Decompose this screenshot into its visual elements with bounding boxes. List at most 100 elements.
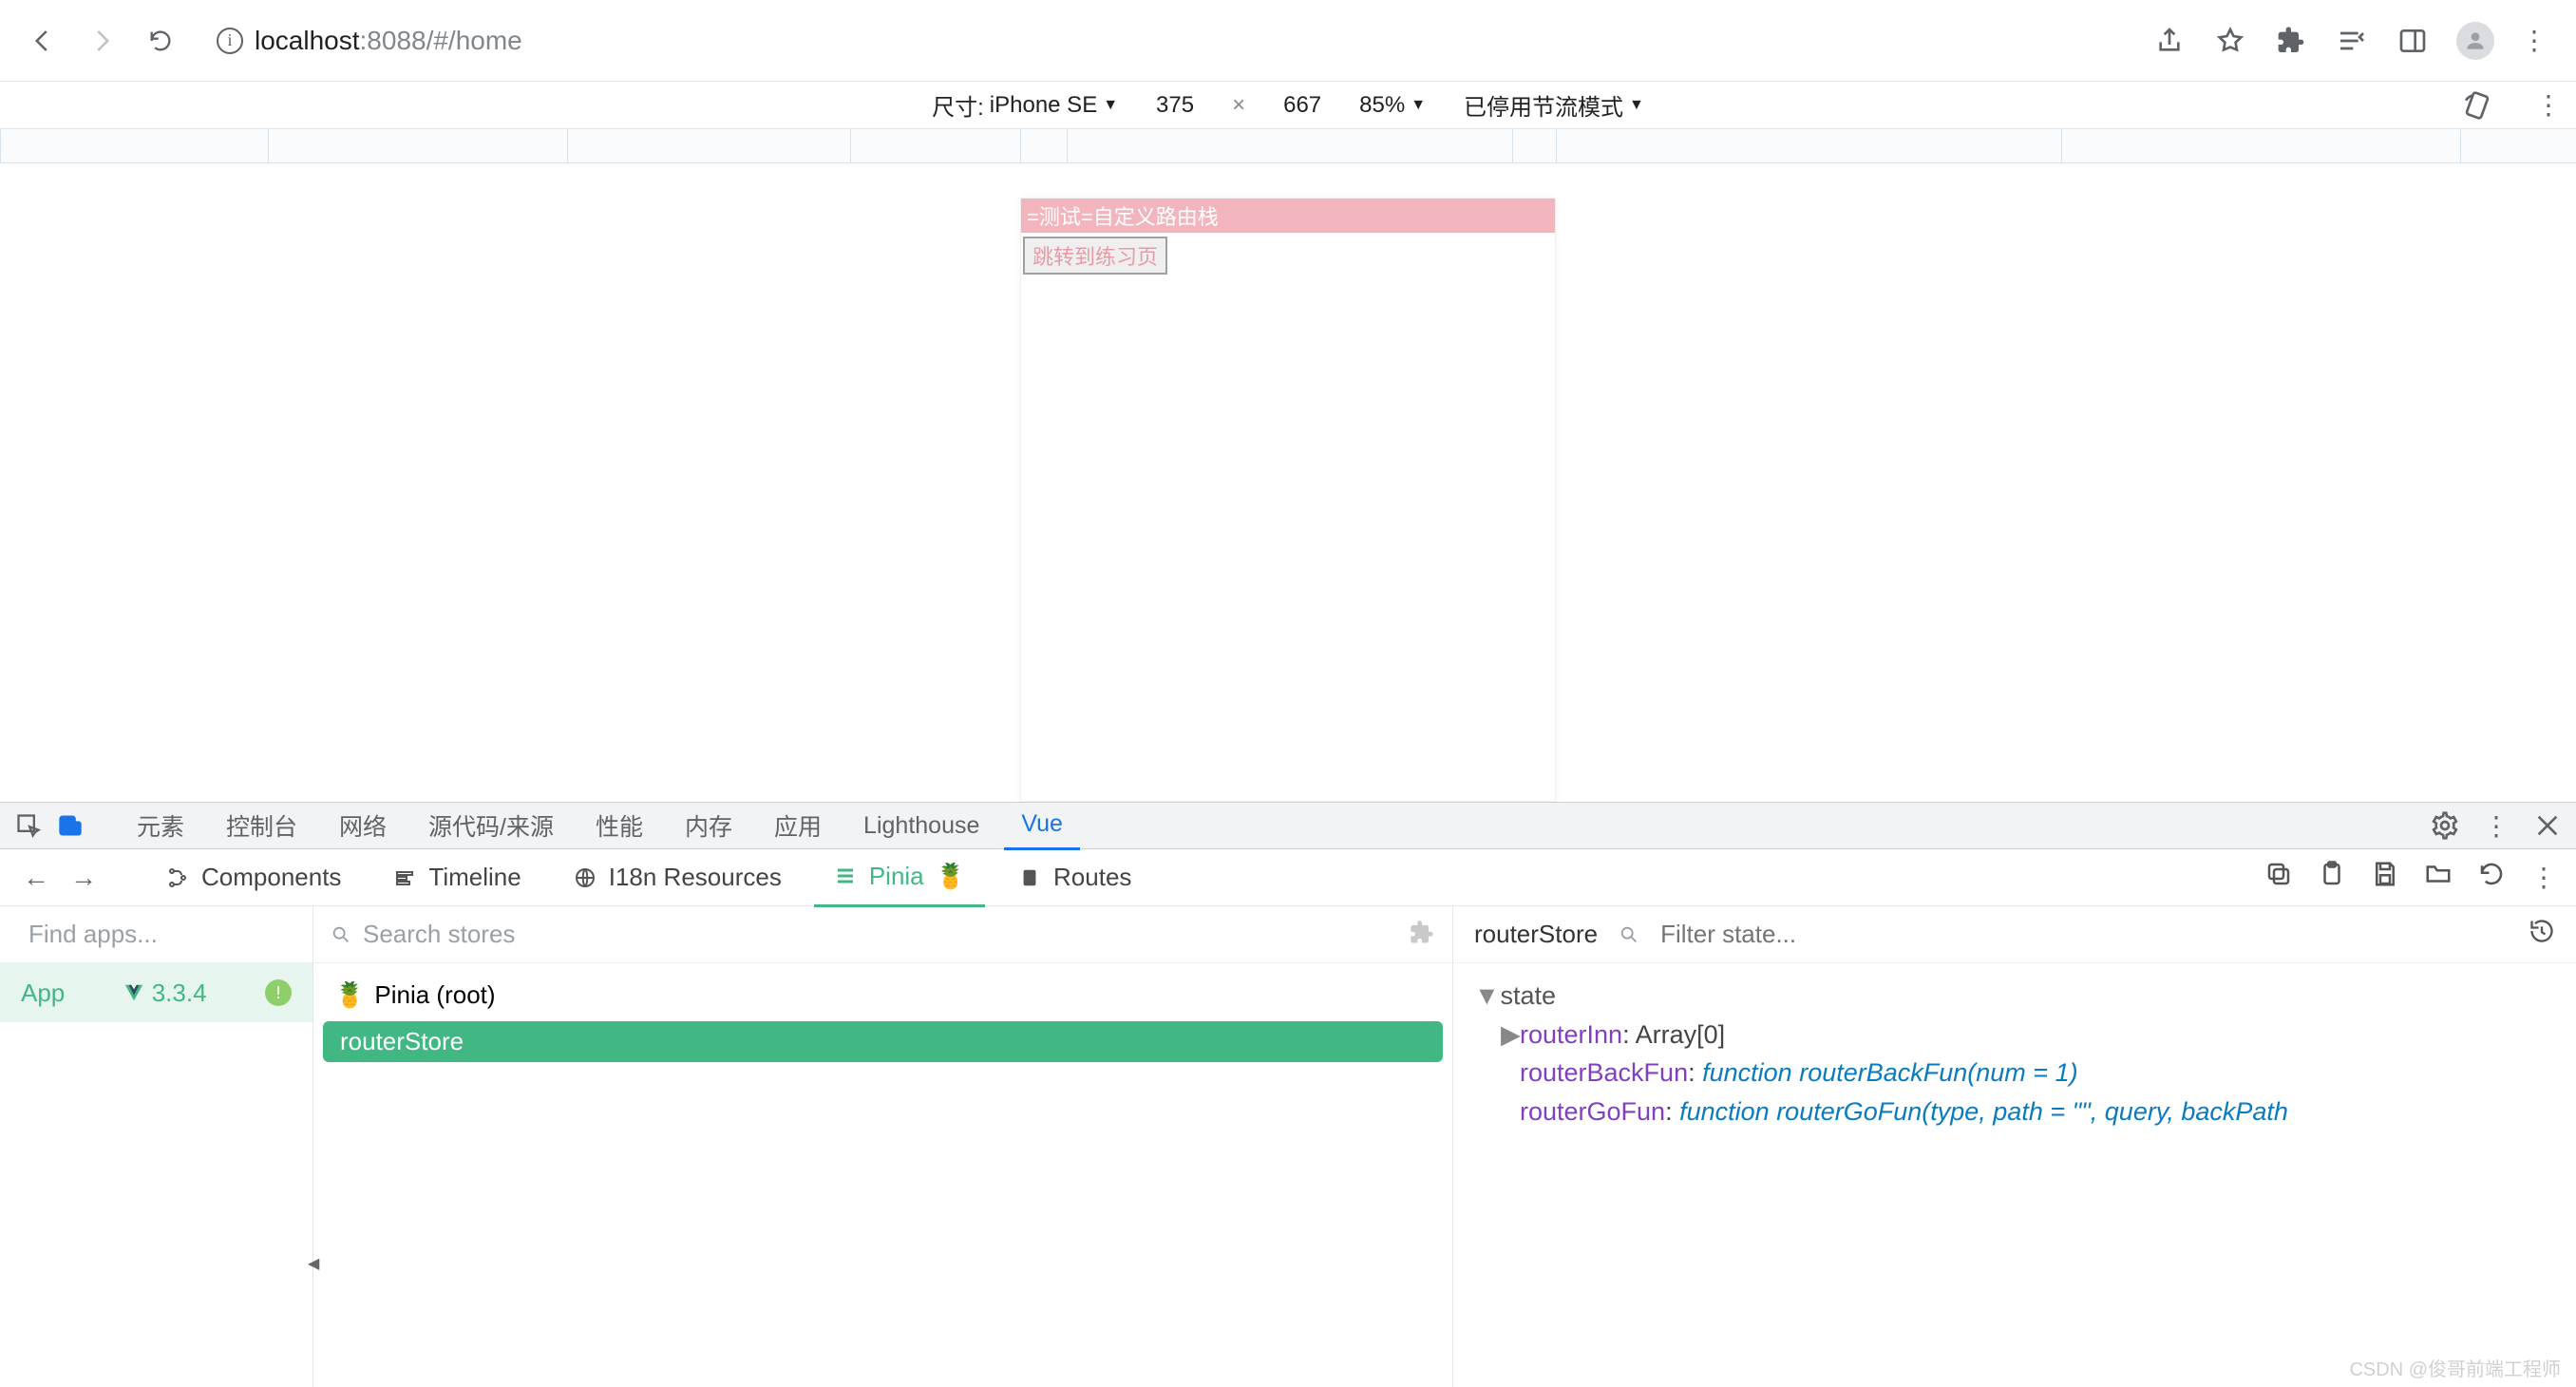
vtab-components-label: Components xyxy=(201,863,341,892)
tab-lighthouse[interactable]: Lighthouse xyxy=(846,803,996,849)
routes-icon xyxy=(1017,865,1042,890)
folder-icon[interactable] xyxy=(2424,860,2453,895)
app-row[interactable]: App 3.3.4 ! xyxy=(0,963,313,1022)
function-signature: routerBackFun(num = 1) xyxy=(1799,1058,2077,1087)
devtools-menu-icon[interactable]: ⋮ xyxy=(2483,810,2510,842)
bookmark-star-icon[interactable] xyxy=(2213,24,2247,58)
vue-version: 3.3.4 xyxy=(152,978,207,1008)
tab-sources[interactable]: 源代码/来源 xyxy=(411,799,571,852)
forward-button[interactable] xyxy=(80,19,123,63)
state-section-label: state xyxy=(1501,981,1557,1010)
chevron-down-icon: ▼ xyxy=(1474,977,1493,1016)
apps-pane: App 3.3.4 ! xyxy=(0,906,313,1387)
state-key: routerGoFun xyxy=(1520,1097,1665,1126)
plugin-icon[interactable] xyxy=(1409,920,1435,953)
chevron-down-icon: ▼ xyxy=(1103,97,1118,114)
tab-memory[interactable]: 内存 xyxy=(668,799,749,852)
stores-search-row xyxy=(313,906,1452,963)
save-icon[interactable] xyxy=(2371,860,2399,895)
vue-subnav: ← → Components Timeline I18n Resources P… xyxy=(0,849,2576,906)
tab-application[interactable]: 应用 xyxy=(757,799,839,852)
device-menu-icon[interactable]: ⋮ xyxy=(2521,89,2576,121)
device-toolbar: 尺寸: iPhone SE ▼ 375 × 667 85% ▼ 已停用节流模式 … xyxy=(0,82,2576,129)
tab-vue[interactable]: Vue xyxy=(1004,801,1080,850)
vtab-timeline-label: Timeline xyxy=(428,863,521,892)
viewport-width[interactable]: 375 xyxy=(1156,92,1194,119)
viewport-height[interactable]: 667 xyxy=(1283,92,1321,119)
components-tree-icon xyxy=(165,865,190,890)
state-value: : Array[0] xyxy=(1622,1020,1725,1049)
pineapple-icon: 🍍 xyxy=(334,980,365,1010)
page-title: =测试=自定义路由栈 xyxy=(1021,199,1555,233)
reading-list-icon[interactable] xyxy=(2335,24,2369,58)
state-key: routerInn xyxy=(1520,1020,1622,1049)
back-arrow-button[interactable]: ← xyxy=(19,863,53,893)
viewport-x: × xyxy=(1232,92,1245,119)
close-devtools-icon[interactable] xyxy=(2530,808,2565,843)
stores-search-input[interactable] xyxy=(363,920,1435,949)
address-bar[interactable]: i localhost:8088/#/home xyxy=(198,14,2137,67)
settings-gear-icon[interactable] xyxy=(2428,808,2462,843)
vtab-pinia[interactable]: Pinia 🍍 xyxy=(814,848,985,907)
state-pane: routerStore ▼ state ▶routerInn: Array[0]… xyxy=(1453,906,2576,1387)
timeline-icon xyxy=(392,865,417,890)
vtab-i18n[interactable]: I18n Resources xyxy=(554,849,801,905)
responsive-viewport: =测试=自定义路由栈 跳转到练习页 xyxy=(0,163,2576,802)
forward-arrow-button[interactable]: → xyxy=(66,863,101,893)
apps-search-input[interactable] xyxy=(28,920,347,949)
stores-pane: 🍍 Pinia (root) routerStore ◀ xyxy=(313,906,1453,1387)
state-filter-input[interactable] xyxy=(1660,920,2508,949)
state-row[interactable]: ▶routerInn: Array[0] xyxy=(1474,1016,2555,1054)
rotate-icon[interactable] xyxy=(2460,88,2494,123)
copy-icon[interactable] xyxy=(2264,860,2293,895)
inspect-element-icon[interactable] xyxy=(11,808,46,843)
goto-practice-button[interactable]: 跳转到练习页 xyxy=(1023,237,1167,275)
state-body: ▼ state ▶routerInn: Array[0]routerBackFu… xyxy=(1453,963,2576,1144)
store-root[interactable]: 🍍 Pinia (root) xyxy=(323,975,1443,1016)
collapse-handle-icon[interactable]: ◀ xyxy=(308,1254,319,1273)
function-keyword: function xyxy=(1679,1097,1770,1126)
throttle-selector[interactable]: 已停用节流模式 ▼ xyxy=(1464,88,1644,122)
store-list: 🍍 Pinia (root) routerStore xyxy=(313,963,1452,1074)
extensions-icon[interactable] xyxy=(2274,24,2308,58)
device-selector[interactable]: 尺寸: iPhone SE ▼ xyxy=(932,88,1118,122)
state-section-row[interactable]: ▼ state xyxy=(1474,977,2555,1016)
site-info-icon[interactable]: i xyxy=(217,28,243,54)
chrome-menu-icon[interactable]: ⋮ xyxy=(2521,25,2548,56)
zoom-selector[interactable]: 85% ▼ xyxy=(1359,92,1426,119)
history-icon[interactable] xyxy=(2529,918,2555,951)
toggle-device-icon[interactable] xyxy=(53,808,87,843)
reload-button[interactable] xyxy=(139,19,182,63)
dim-label: 尺寸: xyxy=(932,88,984,122)
vue-logo-icon: 3.3.4 xyxy=(123,978,207,1008)
vue-subnav-right: ⋮ xyxy=(2264,860,2557,895)
device-name: iPhone SE xyxy=(990,92,1097,119)
refresh-icon[interactable] xyxy=(2477,860,2506,895)
tab-performance[interactable]: 性能 xyxy=(578,799,660,852)
url-text: localhost:8088/#/home xyxy=(255,26,522,56)
search-icon xyxy=(1619,924,1639,945)
store-root-label: Pinia (root) xyxy=(374,980,495,1010)
vtab-timeline[interactable]: Timeline xyxy=(373,849,540,905)
store-item-routerstore[interactable]: routerStore xyxy=(323,1021,1443,1062)
side-panel-icon[interactable] xyxy=(2396,24,2430,58)
function-signature: routerGoFun(type, path = "", query, back… xyxy=(1776,1097,2288,1126)
back-button[interactable] xyxy=(21,19,65,63)
vue-menu-icon[interactable]: ⋮ xyxy=(2530,862,2557,893)
vtab-routes[interactable]: Routes xyxy=(998,849,1150,905)
state-row[interactable]: routerBackFun: function routerBackFun(nu… xyxy=(1474,1054,2555,1092)
toolbar-right-icons: ⋮ xyxy=(2152,22,2555,60)
vtab-components[interactable]: Components xyxy=(146,849,360,905)
app-name: App xyxy=(21,978,65,1008)
state-key: routerBackFun xyxy=(1520,1058,1688,1087)
chevron-down-icon: ▼ xyxy=(1411,97,1426,114)
tab-console[interactable]: 控制台 xyxy=(209,799,314,852)
tab-elements[interactable]: 元素 xyxy=(120,799,201,852)
pineapple-icon: 🍍 xyxy=(936,862,966,891)
tab-network[interactable]: 网络 xyxy=(322,799,404,852)
clipboard-icon[interactable] xyxy=(2318,860,2346,895)
profile-avatar[interactable] xyxy=(2456,22,2494,60)
state-header: routerStore xyxy=(1453,906,2576,963)
state-row[interactable]: routerGoFun: function routerGoFun(type, … xyxy=(1474,1092,2555,1131)
share-icon[interactable] xyxy=(2152,24,2187,58)
